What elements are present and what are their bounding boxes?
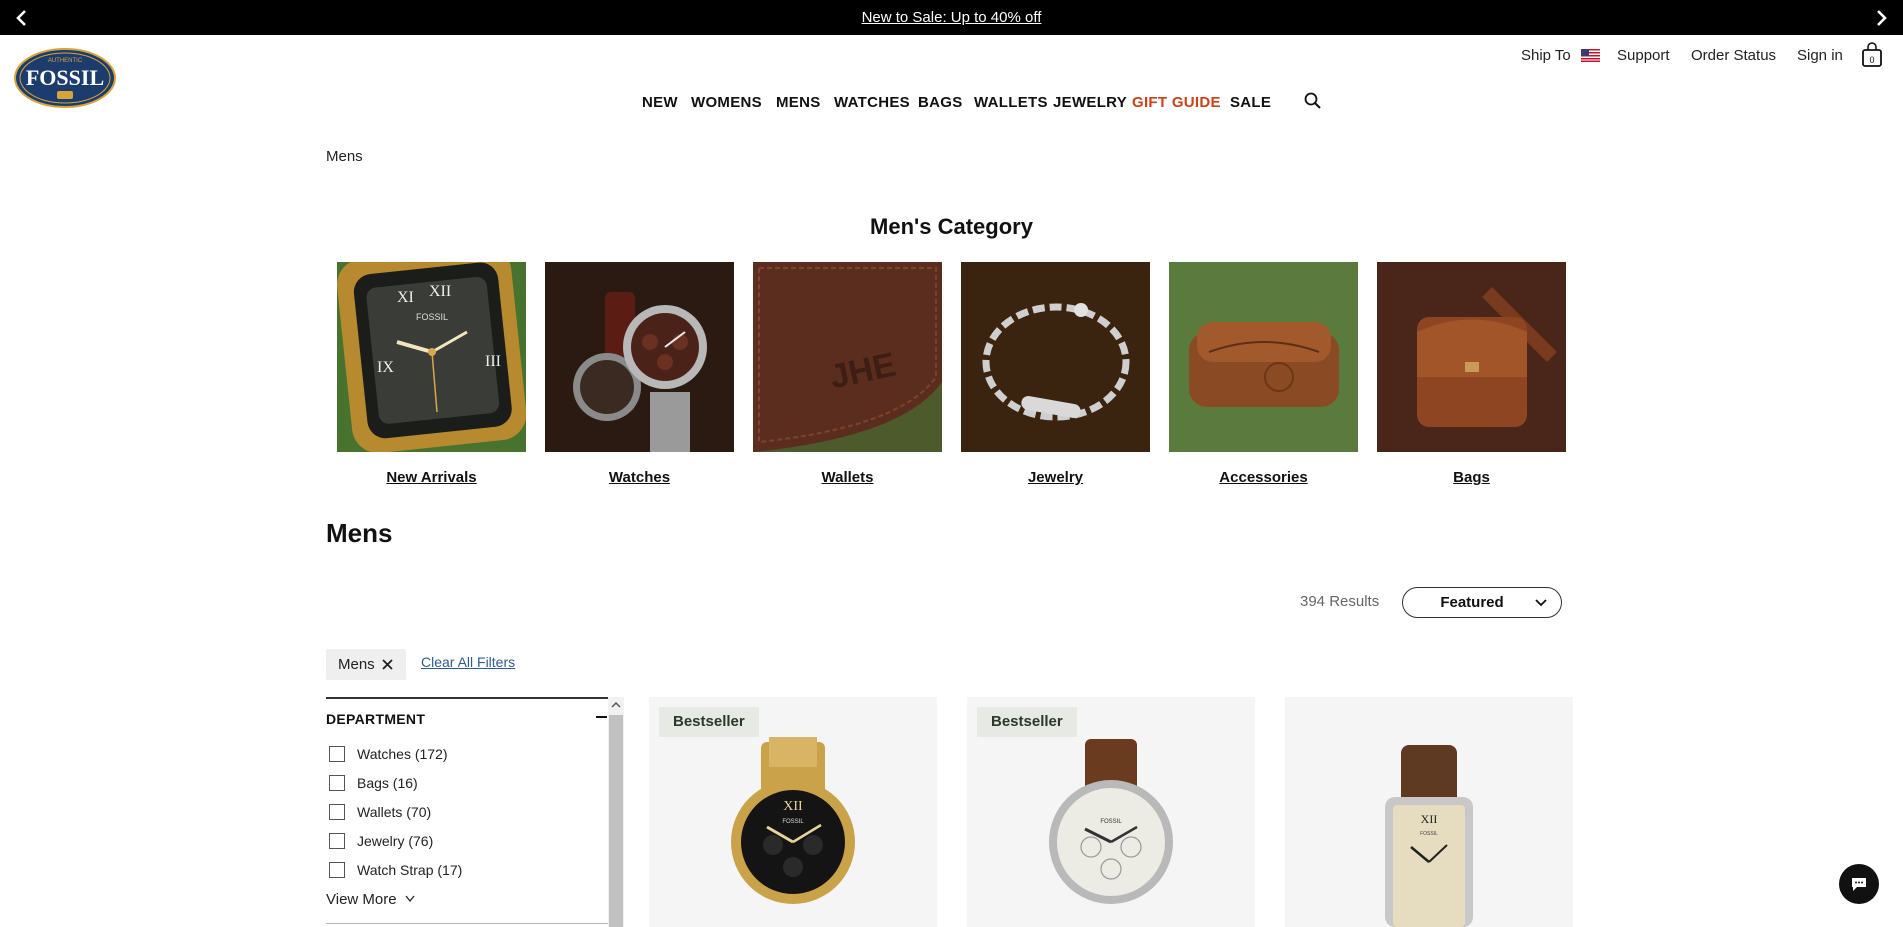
ship-to-link[interactable]: Ship To [1521,47,1600,67]
chain-bracelet-image [961,262,1150,452]
view-more-label: View More [326,891,397,908]
department-heading[interactable]: DEPARTMENT [326,711,425,727]
us-flag-icon [1580,49,1600,62]
bestseller-badge: Bestseller [659,707,759,737]
chevron-right-icon[interactable] [1869,6,1893,30]
category-label-new-arrivals[interactable]: New Arrivals [337,469,526,486]
chevron-down-icon [405,895,415,903]
filter-option-label: Jewelry (76) [357,833,434,849]
logo-text: FOSSIL [26,65,104,90]
promo-bar: New to Sale: Up to 40% off [0,0,1903,35]
category-section-title: Men's Category [870,214,1033,239]
nav-womens[interactable]: WOMENS [691,94,762,114]
fossil-logo[interactable]: FOSSIL AUTHENTIC [14,48,116,108]
product-card[interactable]: XII FOSSIL [1285,697,1573,927]
category-label-wallets[interactable]: Wallets [753,469,942,486]
product-card[interactable]: XII FOSSIL Bestseller [649,697,937,927]
nav-watches[interactable]: WATCHES [834,94,910,114]
category-label-watches[interactable]: Watches [545,469,734,486]
breadcrumb[interactable]: Mens [326,148,363,165]
order-status-link[interactable]: Order Status [1691,47,1776,67]
svg-text:FOSSIL: FOSSIL [782,819,804,825]
svg-text:FOSSIL: FOSSIL [1420,831,1438,837]
leather-messenger-bag-image [1377,262,1566,452]
nav-new[interactable]: NEW [642,94,678,114]
active-filter-label: Mens [338,656,375,673]
nav-gift-guide[interactable]: GIFT GUIDE [1132,94,1221,114]
checkbox[interactable] [329,862,345,878]
chat-button[interactable] [1839,864,1879,904]
svg-text:XII: XII [783,799,803,814]
nav-sale[interactable]: SALE [1230,94,1271,114]
support-link[interactable]: Support [1617,47,1670,67]
bestseller-badge: Bestseller [977,707,1077,737]
nav-jewelry[interactable]: JEWELRY [1053,94,1127,114]
promo-message-link[interactable]: New to Sale: Up to 40% off [0,9,1903,26]
category-tile-accessories[interactable] [1169,262,1358,452]
svg-text:XII: XII [1421,812,1438,826]
results-count: 394 Results [1300,593,1380,610]
nav-mens[interactable]: MENS [776,94,821,114]
sign-in-link[interactable]: Sign in [1797,47,1843,67]
shopping-bag-icon[interactable]: 0 [1861,42,1883,68]
checkbox[interactable] [329,775,345,791]
category-label-bags[interactable]: Bags [1377,469,1566,486]
category-tile-bags[interactable] [1377,262,1566,452]
active-filter-chip[interactable]: Mens [326,649,406,680]
view-more-button[interactable]: View More [326,891,415,908]
filter-scrollbar-thumb[interactable] [609,715,623,927]
chevron-down-icon [1535,599,1547,607]
product-card[interactable]: FOSSIL Bestseller [967,697,1255,927]
leather-wallet-image: JHE [753,262,942,452]
logo-tagline: AUTHENTIC [48,58,83,64]
chat-bubble-icon [1852,878,1866,891]
filter-divider [326,923,608,924]
checkbox[interactable] [329,833,345,849]
filter-divider [326,697,608,699]
filter-option-label: Bags (16) [357,775,418,791]
category-tile-wallets[interactable]: JHE [753,262,942,452]
category-tile-new-arrivals[interactable]: FOSSIL XI XII IX III [337,262,526,452]
sort-value: Featured [1440,594,1504,611]
category-tile-jewelry[interactable] [961,262,1150,452]
close-icon[interactable] [381,658,394,671]
filter-option-label: Wallets (70) [357,804,432,820]
svg-text:III: III [485,353,501,370]
listing-title: Mens [326,518,393,548]
nav-wallets[interactable]: WALLETS [974,94,1048,114]
svg-text:FOSSIL: FOSSIL [416,312,448,322]
cart-count: 0 [1869,55,1874,65]
category-label-jewelry[interactable]: Jewelry [961,469,1150,486]
checkbox[interactable] [329,804,345,820]
search-icon[interactable] [1303,91,1323,111]
svg-text:XI: XI [397,289,414,306]
filter-option-label: Watch Strap (17) [357,862,463,878]
sort-dropdown[interactable]: Featured [1402,587,1562,618]
svg-text:FOSSIL: FOSSIL [1100,819,1122,825]
leather-case-image [1169,262,1358,452]
category-tile-watches[interactable] [545,262,734,452]
clear-all-filters-link[interactable]: Clear All Filters [421,654,515,670]
gold-square-watch-image: FOSSIL XI XII IX III [337,262,526,452]
filter-panel: DEPARTMENT Watches (172) Bags (16) Walle… [326,697,624,927]
chronograph-watches-image [545,262,734,452]
ship-to-label: Ship To [1521,47,1571,64]
collapse-minus-icon[interactable] [596,716,607,718]
nav-bags[interactable]: BAGS [918,94,963,114]
category-label-accessories[interactable]: Accessories [1169,469,1358,486]
svg-text:XII: XII [429,283,451,300]
filter-option-label: Watches (172) [357,746,448,762]
svg-text:IX: IX [377,359,394,376]
rectangular-brown-leather-watch: XII FOSSIL [1385,745,1473,927]
scroll-up-icon[interactable] [611,700,621,710]
checkbox[interactable] [329,746,345,762]
